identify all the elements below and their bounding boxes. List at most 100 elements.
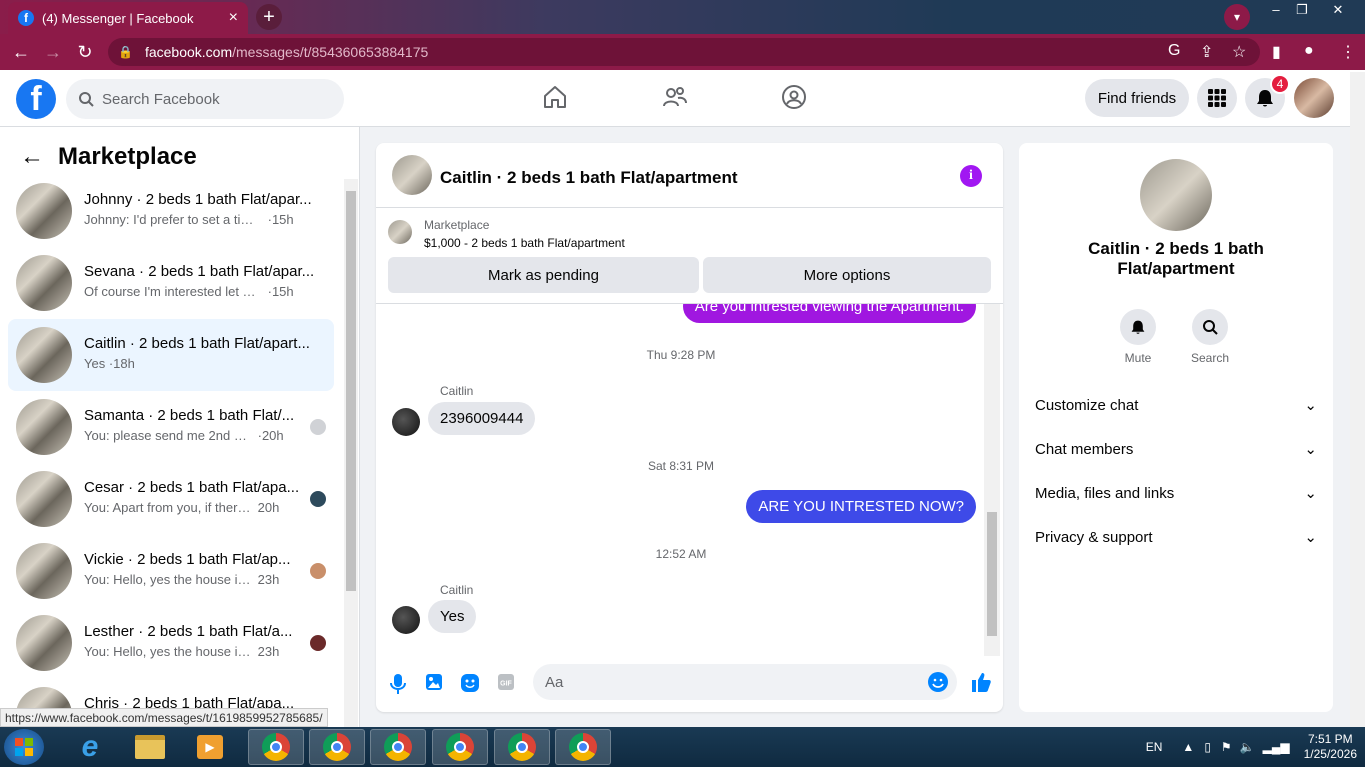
gif-icon[interactable]: GIF xyxy=(497,673,515,691)
media-player-icon[interactable]: ▶ xyxy=(182,729,238,765)
chrome-window-icon[interactable] xyxy=(248,729,304,765)
search-in-conversation-button[interactable]: Search xyxy=(1180,309,1240,365)
internet-explorer-icon[interactable]: e xyxy=(62,729,118,765)
google-icon[interactable]: G xyxy=(1168,42,1180,60)
start-button[interactable] xyxy=(4,729,44,765)
browser-tab[interactable]: f (4) Messenger | Facebook × xyxy=(8,2,248,34)
chat-members-section[interactable]: Chat members ⌄ xyxy=(1035,431,1317,467)
message-input[interactable]: Aa xyxy=(533,664,957,700)
chrome-window-icon[interactable] xyxy=(555,729,611,765)
section-label: Media, files and links xyxy=(1035,484,1175,502)
conversation-item[interactable]: Cesar · 2 beds 1 bath Flat/apa... You: Ap… xyxy=(8,467,334,531)
address-bar[interactable]: 🔒 facebook.com/messages/t/85436065388417… xyxy=(108,38,1260,66)
scrollbar-thumb[interactable] xyxy=(987,512,997,636)
chat-avatar[interactable] xyxy=(392,155,432,195)
mute-label: Mute xyxy=(1124,351,1152,365)
media-files-links-section[interactable]: Media, files and links ⌄ xyxy=(1035,475,1317,511)
home-icon[interactable] xyxy=(542,84,568,110)
emoji-icon[interactable] xyxy=(927,671,949,693)
sidebar-scrollbar[interactable] xyxy=(344,179,358,727)
incoming-message[interactable]: Yes xyxy=(428,600,477,633)
listing-summary[interactable]: $1,000 - 2 beds 1 bath Flat/apartment xyxy=(424,236,625,250)
section-label: Privacy & support xyxy=(1035,528,1153,546)
groups-icon[interactable] xyxy=(781,84,807,110)
grid-icon xyxy=(1208,89,1226,107)
sticker-icon[interactable] xyxy=(460,673,480,693)
sidepanel-icon[interactable]: ▮ xyxy=(1272,42,1281,62)
incoming-message[interactable]: 2396009444 xyxy=(428,402,536,435)
listing-thumbnail[interactable] xyxy=(388,220,412,244)
mark-as-pending-button[interactable]: Mark as pending xyxy=(388,257,699,293)
menu-grid-button[interactable] xyxy=(1197,78,1237,118)
browser-tab-strip: f (4) Messenger | Facebook × + ▾ – ❐ ✕ xyxy=(0,0,1365,34)
page-scrollbar[interactable] xyxy=(1350,72,1365,727)
chrome-window-icon[interactable] xyxy=(432,729,488,765)
listing-thumbnail xyxy=(16,399,72,455)
chrome-window-icon[interactable] xyxy=(494,729,550,765)
conversation-item[interactable]: Sevana · 2 beds 1 bath Flat/apar... Of co… xyxy=(8,251,334,315)
account-avatar[interactable] xyxy=(1294,78,1334,118)
flag-icon[interactable]: ⚑ xyxy=(1221,740,1232,754)
listing-thumbnail xyxy=(16,183,72,239)
conversation-time: ·15h xyxy=(267,212,294,227)
conversation-item[interactable]: Samanta · 2 beds 1 bath Flat/... You: ple… xyxy=(8,395,334,459)
share-icon[interactable]: ⇪ xyxy=(1200,42,1213,62)
language-indicator[interactable]: EN xyxy=(1146,740,1163,754)
photo-icon[interactable] xyxy=(425,673,443,691)
seen-avatar xyxy=(310,635,326,651)
tab-search-chevron-icon[interactable]: ▾ xyxy=(1224,4,1250,30)
network-icon[interactable]: ▂▄▆ xyxy=(1263,740,1290,754)
sender-name: Caitlin xyxy=(440,583,474,597)
chat-title[interactable]: Caitlin · 2 beds 1 bath Flat/apartment xyxy=(440,168,738,188)
tray-expand-icon[interactable]: ▲ xyxy=(1182,740,1194,754)
sender-avatar[interactable] xyxy=(392,408,420,436)
reload-icon[interactable]: ↻ xyxy=(74,42,96,63)
conversation-name: Caitlin · 2 beds 1 bath Flat/apart... xyxy=(84,335,310,352)
microphone-icon[interactable] xyxy=(390,673,406,695)
conversation-item[interactable]: Lesther · 2 beds 1 bath Flat/a... You: He… xyxy=(8,611,334,675)
sidebar-header: ← Marketplace xyxy=(20,143,197,171)
volume-icon[interactable]: 🔈 xyxy=(1240,740,1255,754)
thread-scrollbar[interactable] xyxy=(984,304,1000,656)
chrome-window-icon[interactable] xyxy=(309,729,365,765)
svg-text:GIF: GIF xyxy=(500,681,512,688)
new-tab-button[interactable]: + xyxy=(256,4,282,30)
search-icon xyxy=(1203,320,1218,335)
clock[interactable]: 7:51 PM 1/25/2026 xyxy=(1304,732,1357,762)
forward-icon[interactable]: → xyxy=(42,42,64,63)
tab-close-icon[interactable]: × xyxy=(229,9,238,27)
restore-icon[interactable]: ❐ xyxy=(1288,2,1316,20)
outgoing-message[interactable]: ARE YOU INTRESTED NOW? xyxy=(746,490,976,523)
customize-chat-section[interactable]: Customize chat ⌄ xyxy=(1035,387,1317,423)
search-input[interactable]: Search Facebook xyxy=(66,79,344,119)
file-explorer-icon[interactable] xyxy=(122,729,178,765)
back-icon[interactable]: ← xyxy=(10,42,32,63)
friends-icon[interactable] xyxy=(662,84,688,110)
scrollbar-thumb[interactable] xyxy=(346,191,356,591)
profile-icon[interactable]: ● xyxy=(1304,42,1314,60)
chrome-window-icon[interactable] xyxy=(370,729,426,765)
mute-button[interactable]: Mute xyxy=(1108,309,1168,365)
conversation-item-active[interactable]: Caitlin · 2 beds 1 bath Flat/apart... Yes… xyxy=(8,319,334,391)
privacy-support-section[interactable]: Privacy & support ⌄ xyxy=(1035,519,1317,555)
marketplace-sidebar: ← Marketplace Johnny · 2 beds 1 bath Fla… xyxy=(0,127,360,727)
minimize-icon[interactable]: – xyxy=(1262,2,1290,20)
listing-avatar[interactable] xyxy=(1140,159,1212,231)
thumbs-up-icon[interactable] xyxy=(970,671,992,693)
conversation-item[interactable]: Johnny · 2 beds 1 bath Flat/apar... Johnn… xyxy=(8,179,334,243)
conversation-item[interactable]: Vickie · 2 beds 1 bath Flat/ap... You: He… xyxy=(8,539,334,603)
url-host: facebook.com xyxy=(144,44,233,60)
bookmark-star-icon[interactable]: ☆ xyxy=(1232,42,1246,62)
find-friends-button[interactable]: Find friends xyxy=(1085,79,1189,117)
device-icon[interactable]: ▯ xyxy=(1204,740,1211,754)
listing-thumbnail xyxy=(16,327,72,383)
outgoing-message[interactable]: Are you intrested viewing the Apartment. xyxy=(682,304,976,323)
browser-menu-icon[interactable]: ⋮ xyxy=(1340,42,1356,62)
back-arrow-icon[interactable]: ← xyxy=(20,143,44,171)
info-icon[interactable]: i xyxy=(960,165,982,187)
window-close-icon[interactable]: ✕ xyxy=(1324,2,1352,20)
sender-avatar[interactable] xyxy=(392,606,420,634)
conversation-preview: You: Apart from you, if there is ... xyxy=(84,500,254,515)
more-options-button[interactable]: More options xyxy=(703,257,991,293)
facebook-logo[interactable]: f xyxy=(16,79,56,119)
